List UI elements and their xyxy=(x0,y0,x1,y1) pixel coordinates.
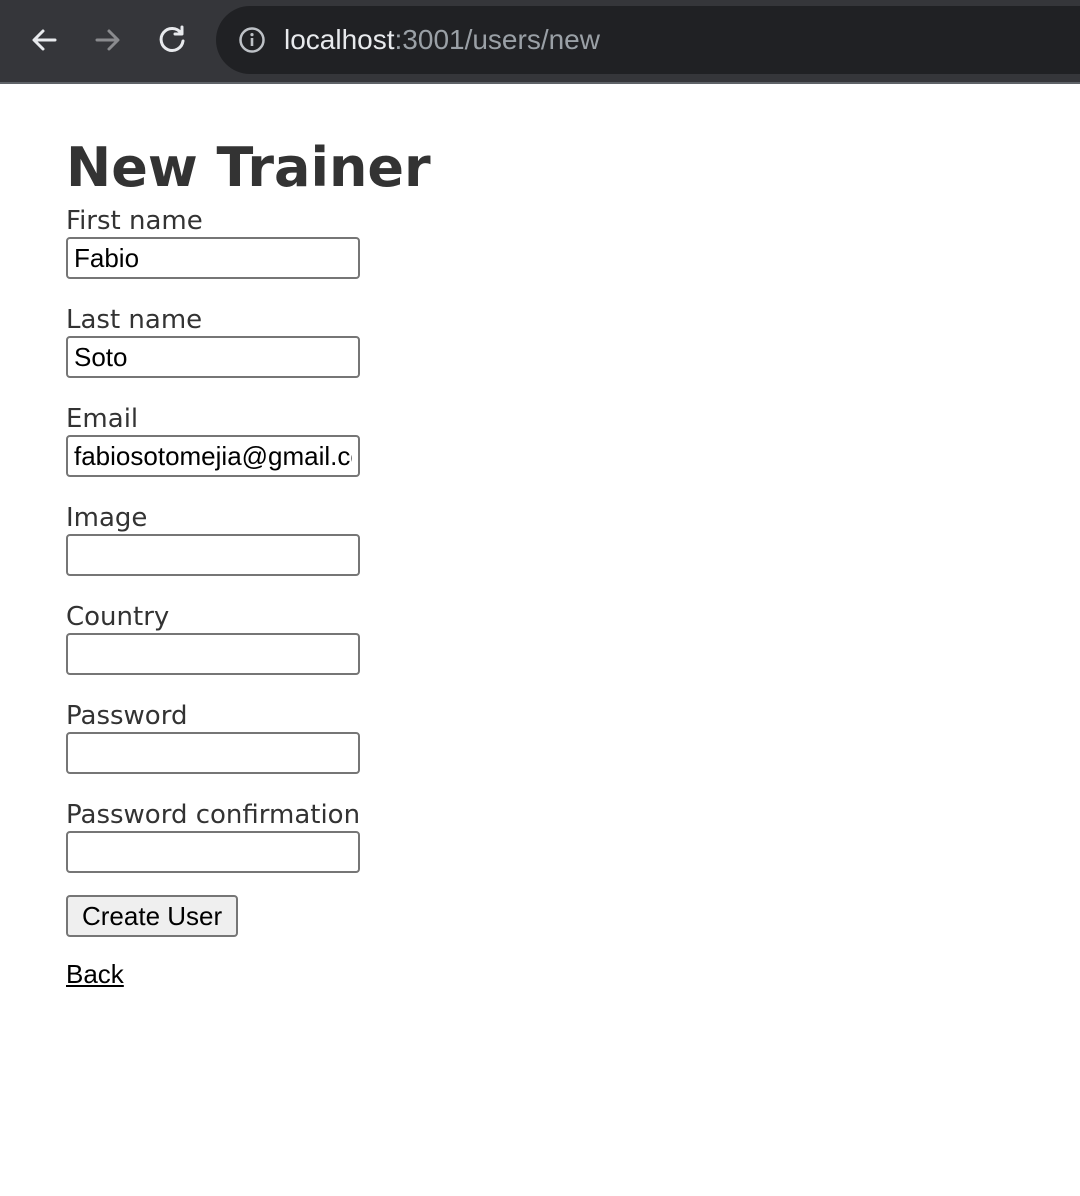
address-bar[interactable]: localhost:3001/users/new xyxy=(216,6,1080,74)
image-field: Image xyxy=(66,502,966,576)
password-confirmation-field: Password confirmation xyxy=(66,799,966,873)
back-link[interactable]: Back xyxy=(66,959,124,990)
new-trainer-form: First name Last name Email Image Country… xyxy=(66,205,966,937)
page-content: New Trainer First name Last name Email I… xyxy=(66,84,966,990)
first-name-input[interactable] xyxy=(66,237,360,279)
country-field: Country xyxy=(66,601,966,675)
password-label: Password xyxy=(66,701,188,731)
email-field: Email xyxy=(66,403,966,477)
password-confirmation-input[interactable] xyxy=(66,831,360,873)
first-name-label: First name xyxy=(66,206,203,236)
first-name-field: First name xyxy=(66,205,966,279)
country-input[interactable] xyxy=(66,633,360,675)
create-user-button[interactable]: Create User xyxy=(66,895,239,937)
image-label: Image xyxy=(66,503,148,533)
info-icon[interactable] xyxy=(238,26,266,54)
last-name-field: Last name xyxy=(66,304,966,378)
browser-toolbar: localhost:3001/users/new xyxy=(0,0,1080,84)
image-input[interactable] xyxy=(66,534,360,576)
country-label: Country xyxy=(66,602,170,632)
password-confirmation-label: Password confirmation xyxy=(66,800,361,830)
url-text[interactable]: localhost:3001/users/new xyxy=(284,23,600,57)
forward-arrow-icon[interactable] xyxy=(88,20,128,60)
email-label: Email xyxy=(66,404,139,434)
url-path: :3001/users/new xyxy=(394,24,600,55)
password-field: Password xyxy=(66,700,966,774)
password-input[interactable] xyxy=(66,732,360,774)
page-title: New Trainer xyxy=(66,136,431,199)
reload-icon[interactable] xyxy=(152,20,192,60)
email-input[interactable] xyxy=(66,435,360,477)
back-arrow-icon[interactable] xyxy=(24,20,64,60)
url-host: localhost xyxy=(284,24,395,55)
last-name-label: Last name xyxy=(66,305,203,335)
last-name-input[interactable] xyxy=(66,336,360,378)
